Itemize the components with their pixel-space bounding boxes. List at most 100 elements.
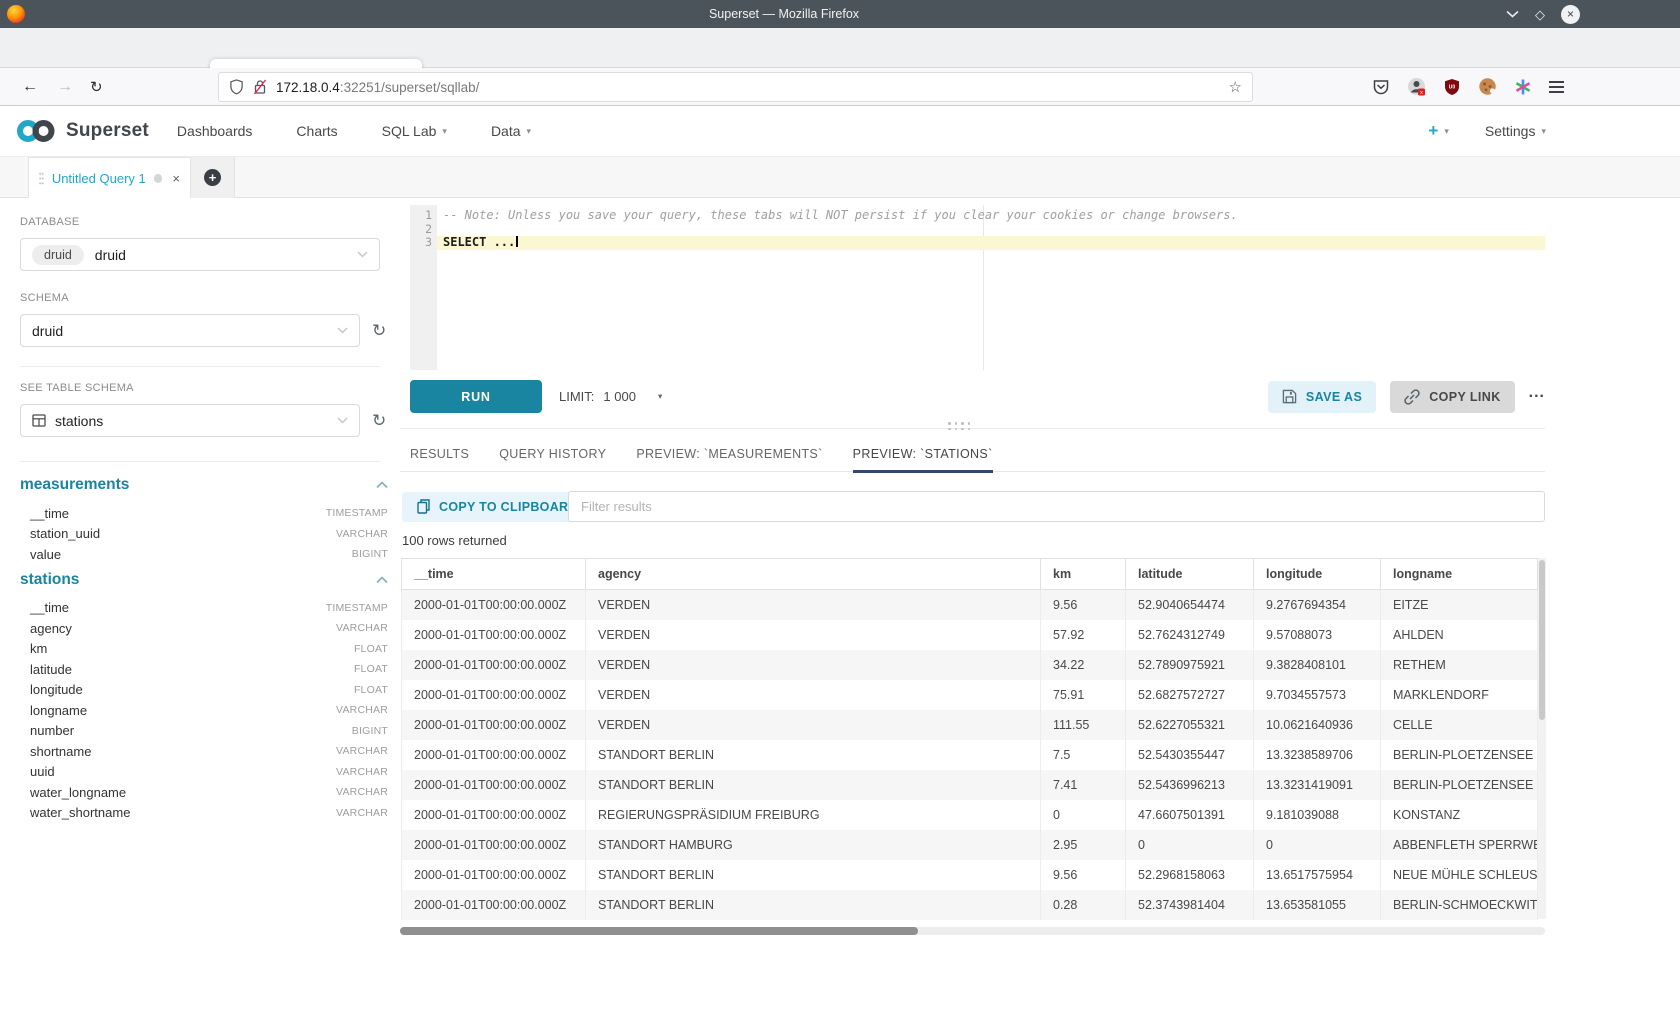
column-row: value BIGINT	[20, 544, 380, 565]
tab-preview-measurements[interactable]: PREVIEW: `MEASUREMENTS`	[636, 437, 822, 472]
code-line-empty	[437, 223, 1545, 237]
column-type: TIMESTAMP	[326, 507, 388, 519]
table-row[interactable]: 2000-01-01T00:00:00.000Z VERDEN 9.56 52.…	[402, 590, 1538, 620]
cell-latitude: 52.6827572727	[1126, 680, 1254, 710]
tab-preview-stations[interactable]: PREVIEW: `STATIONS`	[853, 437, 993, 472]
limit-control[interactable]: LIMIT: 1 000 ▾	[559, 389, 662, 404]
scrollbar-thumb[interactable]	[1539, 560, 1545, 720]
superset-logo[interactable]: Superset	[14, 118, 149, 144]
query-tabbar: Untitled Query 1 × +	[0, 157, 1680, 198]
nav-data[interactable]: Data▾	[491, 123, 531, 139]
table-row[interactable]: 2000-01-01T00:00:00.000Z VERDEN 57.92 52…	[402, 620, 1538, 650]
table-vertical-scrollbar[interactable]	[1538, 558, 1546, 919]
table-section-title: stations	[20, 571, 79, 589]
account-extension-icon[interactable]: x	[1407, 77, 1426, 96]
tab-results[interactable]: RESULTS	[410, 437, 469, 472]
window-minimize-button[interactable]	[1506, 10, 1519, 18]
pocket-icon[interactable]	[1372, 78, 1390, 96]
table-select[interactable]: stations	[20, 404, 360, 437]
table-row[interactable]: 2000-01-01T00:00:00.000Z STANDORT HAMBUR…	[402, 830, 1538, 860]
cell-latitude: 52.6227055321	[1126, 710, 1254, 740]
circle-plus-icon: +	[204, 169, 221, 186]
table-section-measurements[interactable]: measurements	[20, 476, 380, 494]
table-row[interactable]: 2000-01-01T00:00:00.000Z REGIERUNGSPRÄSI…	[402, 800, 1538, 830]
column-name: water_longname	[20, 785, 126, 800]
copy-link-button[interactable]: COPY LINK	[1390, 381, 1514, 413]
more-menu-icon[interactable]: ...	[1529, 393, 1545, 400]
table-row[interactable]: 2000-01-01T00:00:00.000Z VERDEN 111.55 5…	[402, 710, 1538, 740]
column-name: value	[20, 547, 61, 562]
sql-editor[interactable]: 1 2 3 -- Note: Unless you save your quer…	[410, 205, 1545, 370]
scrollbar-thumb[interactable]	[400, 927, 918, 935]
column-row: latitude FLOAT	[20, 659, 380, 680]
col-header-agency[interactable]: agency	[586, 559, 1041, 590]
save-as-button[interactable]: SAVE AS	[1268, 381, 1376, 413]
column-name: __time	[20, 600, 69, 615]
table-row[interactable]: 2000-01-01T00:00:00.000Z STANDORT BERLIN…	[402, 860, 1538, 890]
bookmark-star-icon[interactable]: ☆	[1229, 78, 1242, 96]
refresh-table-icon[interactable]: ↻	[372, 412, 386, 429]
cookie-extension-icon[interactable]	[1478, 77, 1497, 96]
table-row[interactable]: 2000-01-01T00:00:00.000Z VERDEN 75.91 52…	[402, 680, 1538, 710]
window-close-button[interactable]: ×	[1561, 5, 1580, 24]
settings-menu[interactable]: Settings▾	[1485, 123, 1546, 139]
chevron-up-icon[interactable]	[376, 576, 388, 584]
table-section-stations[interactable]: stations	[20, 571, 380, 589]
forward-button[interactable]: →	[57, 68, 73, 105]
code-line-active: SELECT ...	[437, 236, 1545, 250]
column-type: VARCHAR	[336, 528, 388, 540]
window-title: Superset — Mozilla Firefox	[0, 7, 1568, 21]
svg-text:U0: U0	[1449, 84, 1456, 90]
limit-value: 1 000	[603, 389, 636, 404]
col-header-km[interactable]: km	[1041, 559, 1126, 590]
schema-select[interactable]: druid	[20, 314, 360, 347]
asterisk-extension-icon[interactable]	[1514, 78, 1532, 96]
back-button[interactable]: ←	[22, 68, 38, 105]
column-name: number	[20, 723, 74, 738]
cell-agency: STANDORT BERLIN	[586, 740, 1041, 770]
nav-charts[interactable]: Charts	[296, 123, 337, 139]
column-type: FLOAT	[354, 684, 388, 696]
col-header-longitude[interactable]: longitude	[1254, 559, 1381, 590]
editor-code[interactable]: -- Note: Unless you save your query, the…	[437, 205, 1545, 250]
cell-longname: MARKLENDORF	[1381, 680, 1538, 710]
column-type: VARCHAR	[336, 622, 388, 634]
caret-down-icon: ▾	[442, 126, 447, 137]
column-type: FLOAT	[354, 643, 388, 655]
copy-to-clipboard-button[interactable]: COPY TO CLIPBOARD	[402, 492, 593, 522]
col-header-longname[interactable]: longname	[1381, 559, 1538, 590]
nav-sql-lab[interactable]: SQL Lab▾	[382, 123, 447, 139]
query-tab-active[interactable]: Untitled Query 1 ×	[28, 157, 191, 198]
table-grid-icon	[32, 414, 46, 427]
sqllab-main-pane: 1 2 3 -- Note: Unless you save your quer…	[400, 198, 1680, 1012]
horizontal-scrollbar[interactable]	[400, 927, 1545, 935]
refresh-schema-icon[interactable]: ↻	[372, 322, 386, 339]
add-new-button[interactable]: +▾	[1428, 121, 1448, 141]
browser-toolbar: ← → ↻ 172.18.0.4:32251/superset/sqllab/ …	[0, 68, 1680, 106]
table-row[interactable]: 2000-01-01T00:00:00.000Z VERDEN 34.22 52…	[402, 650, 1538, 680]
reload-button[interactable]: ↻	[90, 68, 103, 105]
cell-agency: STANDORT BERLIN	[586, 860, 1041, 890]
ublock-origin-icon[interactable]: U0	[1443, 78, 1461, 96]
col-header-latitude[interactable]: latitude	[1126, 559, 1254, 590]
tab-query-history[interactable]: QUERY HISTORY	[499, 437, 606, 472]
sqllab-sidebar: DATABASE druid druid SCHEMA druid ↻ SEE …	[0, 198, 400, 1012]
nav-dashboards[interactable]: Dashboards	[177, 123, 253, 139]
column-type: VARCHAR	[336, 807, 388, 819]
col-header-time[interactable]: __time	[402, 559, 586, 590]
url-bar[interactable]: 172.18.0.4:32251/superset/sqllab/ ☆	[218, 72, 1253, 102]
database-select[interactable]: druid druid	[20, 238, 380, 271]
table-row[interactable]: 2000-01-01T00:00:00.000Z STANDORT BERLIN…	[402, 890, 1538, 920]
add-query-tab[interactable]: +	[191, 157, 235, 198]
menu-hamburger-icon[interactable]	[1549, 81, 1564, 93]
column-type: VARCHAR	[336, 766, 388, 778]
splitter-grip[interactable]	[948, 422, 970, 430]
query-tab-close-icon[interactable]: ×	[172, 171, 180, 186]
window-maximize-button[interactable]: ◇	[1535, 8, 1545, 21]
run-button[interactable]: RUN	[410, 380, 542, 413]
table-row[interactable]: 2000-01-01T00:00:00.000Z STANDORT BERLIN…	[402, 770, 1538, 800]
table-row[interactable]: 2000-01-01T00:00:00.000Z STANDORT BERLIN…	[402, 740, 1538, 770]
filter-results-input[interactable]	[568, 491, 1545, 522]
cell-agency: VERDEN	[586, 650, 1041, 680]
chevron-up-icon[interactable]	[376, 481, 388, 489]
